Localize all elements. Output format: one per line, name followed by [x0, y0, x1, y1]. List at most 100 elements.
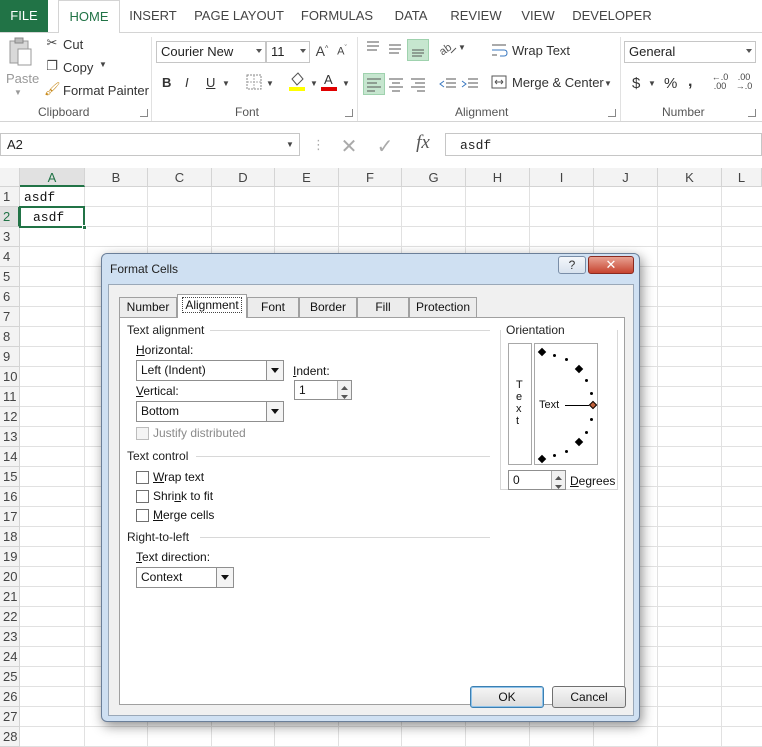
decrease-font-icon[interactable]: Aˇ — [334, 45, 350, 58]
row-header-3[interactable]: 3 — [0, 227, 20, 247]
fill-color-icon[interactable] — [288, 71, 306, 93]
column-header-g[interactable]: G — [402, 168, 466, 187]
bottom-align-icon[interactable] — [407, 39, 429, 61]
tab-developer[interactable]: DEVELOPER — [572, 0, 652, 32]
column-header-f[interactable]: F — [339, 168, 402, 187]
dialog-tab-protection[interactable]: Protection — [409, 297, 477, 317]
row-header-25[interactable]: 25 — [0, 667, 20, 687]
dialog-tab-font[interactable]: Font — [247, 297, 299, 317]
paste-button[interactable]: Paste — [6, 71, 39, 86]
align-right-icon[interactable] — [408, 74, 428, 94]
row-header-28[interactable]: 28 — [0, 727, 20, 747]
paste-icon[interactable] — [6, 35, 34, 71]
middle-align-icon[interactable] — [385, 39, 405, 59]
font-launcher-icon[interactable] — [345, 109, 353, 117]
dialog-tab-border[interactable]: Border — [299, 297, 357, 317]
tab-home[interactable]: HOME — [58, 0, 120, 33]
column-header-d[interactable]: D — [212, 168, 275, 187]
column-header-k[interactable]: K — [658, 168, 722, 187]
cancel-button[interactable]: Cancel — [552, 686, 626, 708]
horizontal-dropdown-icon[interactable] — [266, 361, 283, 380]
row-header-21[interactable]: 21 — [0, 587, 20, 607]
paste-dropdown-icon[interactable]: ▼ — [14, 88, 22, 97]
align-left-icon[interactable] — [363, 73, 385, 95]
underline-dropdown-icon[interactable]: ▼ — [222, 79, 230, 88]
confirm-entry-icon[interactable]: ✓ — [374, 134, 396, 159]
align-center-icon[interactable] — [386, 74, 406, 94]
degrees-spinner[interactable]: 0 — [508, 470, 566, 490]
vertical-select[interactable]: Bottom — [136, 401, 284, 422]
column-header-j[interactable]: J — [594, 168, 658, 187]
orientation-handle[interactable] — [588, 400, 598, 410]
tab-file[interactable]: FILE — [0, 0, 48, 32]
vertical-dropdown-icon[interactable] — [266, 402, 283, 421]
row-header-20[interactable]: 20 — [0, 567, 20, 587]
font-color-dropdown-icon[interactable]: ▼ — [342, 79, 350, 88]
copy-dropdown-icon[interactable]: ▼ — [99, 60, 107, 69]
cell-a2[interactable]: asdf — [33, 210, 64, 225]
column-header-i[interactable]: I — [530, 168, 594, 187]
copy-button[interactable]: Copy — [63, 60, 93, 75]
column-header-c[interactable]: C — [148, 168, 212, 187]
indent-down-icon[interactable] — [337, 390, 351, 399]
column-header-l[interactable]: L — [722, 168, 762, 187]
bold-button[interactable]: B — [162, 75, 171, 90]
alignment-launcher-icon[interactable] — [608, 109, 616, 117]
merge-center-button[interactable]: Merge & Center — [512, 75, 604, 90]
indent-spinner[interactable]: 1 — [294, 380, 352, 400]
dialog-tab-alignment[interactable]: Alignment — [177, 294, 247, 318]
row-header-9[interactable]: 9 — [0, 347, 20, 367]
orientation-dial[interactable]: Text — [534, 343, 598, 465]
number-launcher-icon[interactable] — [748, 109, 756, 117]
row-header-13[interactable]: 13 — [0, 427, 20, 447]
format-painter-button[interactable]: Format Painter — [63, 83, 149, 98]
help-button[interactable]: ? — [558, 256, 586, 274]
row-header-11[interactable]: 11 — [0, 387, 20, 407]
row-header-8[interactable]: 8 — [0, 327, 20, 347]
increase-indent-icon[interactable] — [460, 74, 480, 94]
row-header-18[interactable]: 18 — [0, 527, 20, 547]
column-header-h[interactable]: H — [466, 168, 530, 187]
row-header-26[interactable]: 26 — [0, 687, 20, 707]
top-align-icon[interactable] — [363, 39, 383, 59]
decrease-indent-icon[interactable] — [438, 74, 458, 94]
horizontal-select[interactable]: Left (Indent) — [136, 360, 284, 381]
italic-button[interactable]: I — [185, 75, 189, 90]
dialog-tab-number[interactable]: Number — [119, 297, 177, 317]
font-size-combo[interactable]: 11 — [266, 41, 310, 63]
borders-dropdown-icon[interactable]: ▼ — [266, 79, 274, 88]
tab-view[interactable]: VIEW — [516, 0, 560, 32]
justify-distributed-checkbox[interactable] — [136, 427, 149, 440]
comma-button[interactable]: , — [688, 73, 692, 91]
degrees-down-icon[interactable] — [551, 480, 565, 489]
increase-decimal-icon[interactable]: ←.0.00 — [710, 73, 730, 91]
increase-font-icon[interactable]: A^ — [314, 43, 330, 59]
text-direction-dropdown-icon[interactable] — [216, 568, 233, 587]
select-all-corner[interactable] — [0, 168, 20, 187]
column-header-a[interactable]: A — [20, 168, 85, 187]
merge-dropdown-icon[interactable]: ▼ — [604, 79, 612, 88]
orientation-icon[interactable]: ab — [437, 39, 459, 59]
indent-up-icon[interactable] — [337, 381, 351, 390]
row-header-17[interactable]: 17 — [0, 507, 20, 527]
merge-cells-checkbox[interactable] — [136, 509, 149, 522]
dialog-tab-fill[interactable]: Fill — [357, 297, 409, 317]
tab-insert[interactable]: INSERT — [126, 0, 180, 32]
row-header-1[interactable]: 1 — [0, 187, 20, 207]
row-header-10[interactable]: 10 — [0, 367, 20, 387]
row-header-14[interactable]: 14 — [0, 447, 20, 467]
clipboard-launcher-icon[interactable] — [140, 109, 148, 117]
decrease-decimal-icon[interactable]: .00 →.0 — [734, 73, 754, 91]
tab-formulas[interactable]: FORMULAS — [298, 0, 376, 32]
fill-handle[interactable] — [82, 225, 87, 230]
wrap-text-button[interactable]: Wrap Text — [512, 43, 570, 58]
borders-icon[interactable] — [244, 73, 264, 91]
percent-button[interactable]: % — [664, 75, 677, 92]
row-header-22[interactable]: 22 — [0, 607, 20, 627]
shrink-to-fit-checkbox[interactable] — [136, 490, 149, 503]
row-header-4[interactable]: 4 — [0, 247, 20, 267]
number-format-combo[interactable]: General — [624, 41, 756, 63]
cut-button[interactable]: Cut — [63, 37, 83, 52]
row-header-12[interactable]: 12 — [0, 407, 20, 427]
underline-button[interactable]: U — [206, 75, 215, 90]
